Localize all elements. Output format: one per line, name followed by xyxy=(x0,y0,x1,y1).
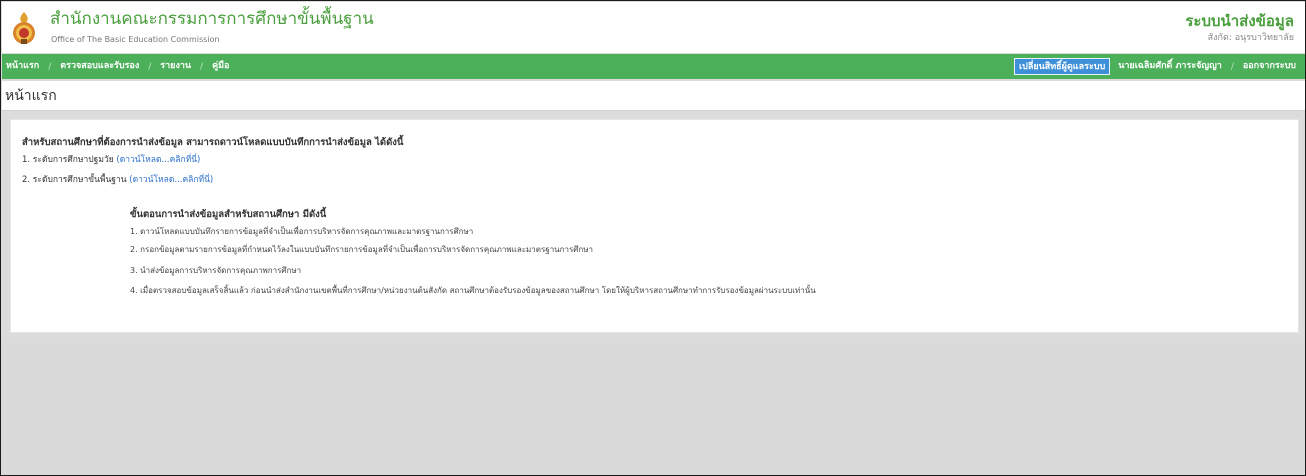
main-navbar: หน้าแรก / ตรวจสอบและรับรอง / รายงาน / คู… xyxy=(2,54,1305,79)
download-item-label: 2. ระดับการศึกษาขั้นพื้นฐาน xyxy=(22,175,127,185)
nav-separator: / xyxy=(148,61,152,72)
user-name-link[interactable]: นายเฉลิมศักดิ์ ภาระจัญญา xyxy=(1116,54,1224,79)
nav-item-manual[interactable]: คู่มือ xyxy=(210,54,231,79)
download-item: 2. ระดับการศึกษาขั้นพื้นฐาน (ดาวน์โหลด..… xyxy=(22,174,213,186)
nav-separator: / xyxy=(1230,61,1234,72)
org-title: สำนักงานคณะกรรมการการศึกษาขั้นพื้นฐาน xyxy=(50,9,374,29)
nav-separator: / xyxy=(48,61,52,72)
logout-link[interactable]: ออกจากระบบ xyxy=(1241,54,1298,79)
step-item: 2. กรอกข้อมูลตามรายการข้อมูลที่กำหนดไว้ล… xyxy=(130,245,593,254)
system-subtitle: สังกัด: อนุรบาวิทยาลัย xyxy=(1207,33,1294,43)
step-item: 1. ดาวน์โหลดแบบบันทึกรายการข้อมูลที่จำเป… xyxy=(130,227,474,236)
obec-logo-icon xyxy=(13,12,35,44)
org-subtitle: Office of The Basic Education Commission xyxy=(51,35,220,44)
nav-item-verify[interactable]: ตรวจสอบและรับรอง xyxy=(58,54,141,79)
steps-title: ขั้นตอนการนำส่งข้อมูลสำหรับสถานศึกษา มีด… xyxy=(130,209,327,220)
nav-separator: / xyxy=(200,61,204,72)
site-header: สำนักงานคณะกรรมการการศึกษาขั้นพื้นฐาน Of… xyxy=(2,2,1305,53)
switch-role-button[interactable]: เปลี่ยนสิทธิ์ผู้ดูแลระบบ xyxy=(1014,58,1111,75)
step-item: 4. เมื่อตรวจสอบข้อมูลเสร็จสิ้นแล้ว ก่อนน… xyxy=(130,286,816,295)
download-item-label: 1. ระดับการศึกษาปฐมวัย xyxy=(22,155,114,165)
download-intro-text: สำหรับสถานศึกษาที่ต้องการนำส่งข้อมูล สาม… xyxy=(22,137,404,148)
nav-item-reports[interactable]: รายงาน xyxy=(158,54,193,79)
page-background-area xyxy=(2,337,1305,475)
download-link-early-childhood[interactable]: (ดาวน์โหลด...คลิกที่นี่) xyxy=(116,155,200,165)
system-title: ระบบนำส่งข้อมูล xyxy=(1185,12,1294,30)
content-panel: สำหรับสถานศึกษาที่ต้องการนำส่งข้อมูล สาม… xyxy=(10,119,1299,333)
nav-item-home[interactable]: หน้าแรก xyxy=(4,54,41,79)
browser-viewport: สำนักงานคณะกรรมการการศึกษาขั้นพื้นฐาน Of… xyxy=(0,0,1306,476)
download-link-basic-education[interactable]: (ดาวน์โหลด...คลิกที่นี่) xyxy=(129,175,213,185)
page-title: หน้าแรก xyxy=(5,88,57,104)
nav-right-group: เปลี่ยนสิทธิ์ผู้ดูแลระบบ นายเฉลิมศักดิ์ … xyxy=(1014,54,1298,79)
nav-left-group: หน้าแรก / ตรวจสอบและรับรอง / รายงาน / คู… xyxy=(4,54,231,79)
step-item: 3. นำส่งข้อมูลการบริหารจัดการคุณภาพการศึ… xyxy=(130,266,302,275)
download-item: 1. ระดับการศึกษาปฐมวัย (ดาวน์โหลด...คลิก… xyxy=(22,154,200,166)
page-title-bar: หน้าแรก xyxy=(2,81,1305,111)
